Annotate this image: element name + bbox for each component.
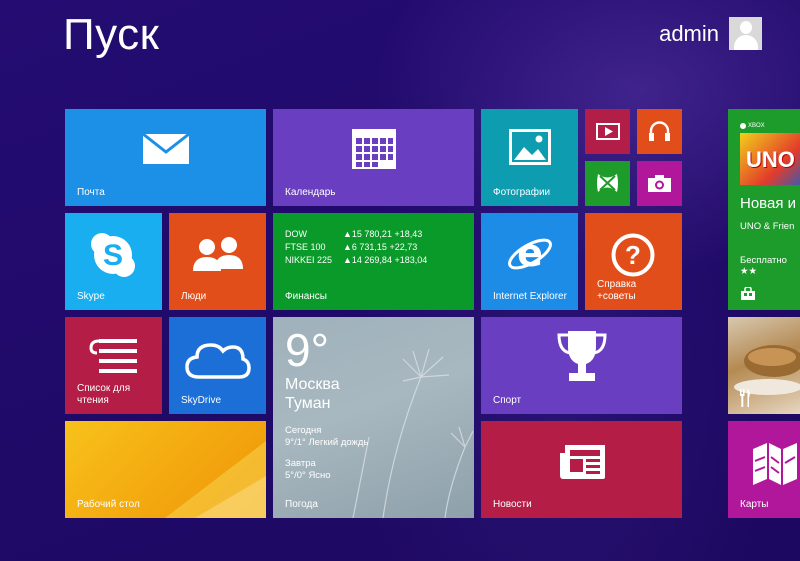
tile-skydrive[interactable]: SkyDrive: [169, 317, 266, 414]
tile-weather-label: Погода: [285, 499, 318, 510]
tile-internet-explorer[interactable]: e Internet Explorer: [481, 213, 578, 310]
tile-reading-list[interactable]: Список для чтения: [65, 317, 162, 414]
mail-icon: [142, 133, 190, 164]
photo-icon: [509, 129, 551, 165]
store-heading: Новая и: [740, 195, 796, 212]
tile-video[interactable]: [585, 109, 630, 154]
tile-news[interactable]: Новости: [481, 421, 682, 518]
tile-finance[interactable]: DOW ▲15 780,21 +18,43 FTSE 100 ▲6 731,15…: [273, 213, 474, 310]
tile-help[interactable]: ? Справка +советы: [585, 213, 682, 310]
calendar-icon: [352, 129, 396, 169]
tile-games[interactable]: [585, 161, 630, 206]
weather-tomorrow-label: Завтра: [285, 458, 316, 469]
xbox-badge: XBOX: [740, 123, 765, 129]
weather-city: Москва: [285, 376, 340, 393]
uno-game-image: UNO: [740, 133, 800, 185]
finance-row: NIKKEI 225 ▲14 269,84 +183,04: [285, 255, 428, 265]
tile-help-label: Справка +советы: [597, 279, 637, 302]
trophy-icon: [557, 331, 607, 381]
user-account[interactable]: admin: [659, 17, 762, 50]
tile-calendar[interactable]: Календарь: [273, 109, 474, 206]
tile-news-label: Новости: [493, 499, 532, 510]
tile-finance-label: Финансы: [285, 291, 327, 302]
tile-photos-label: Фотографии: [493, 187, 551, 198]
tile-sport[interactable]: Спорт: [481, 317, 682, 414]
store-app-name: UNO & Frien: [740, 221, 795, 232]
tile-ie-label: Internet Explorer: [493, 291, 567, 302]
reading-list-icon: [89, 339, 137, 373]
tile-music[interactable]: [637, 109, 682, 154]
tile-maps-label: Карты: [740, 499, 769, 510]
tile-desktop[interactable]: Рабочий стол: [65, 421, 266, 518]
camera-icon: [648, 175, 671, 192]
store-price: Бесплатно ★★: [740, 255, 787, 277]
headphones-icon: [649, 121, 670, 141]
svg-text:S: S: [103, 239, 123, 272]
weather-today-forecast: 9°/1° Легкий дождь: [285, 437, 369, 448]
fork-knife-icon: [740, 389, 750, 407]
tile-mail-label: Почта: [77, 187, 105, 198]
xbox-icon: [597, 174, 618, 192]
tile-sport-label: Спорт: [493, 395, 522, 406]
tile-mail[interactable]: Почта: [65, 109, 266, 206]
help-icon: ?: [611, 233, 655, 277]
store-icon: [741, 287, 755, 300]
tile-reading-list-label: Список для чтения: [77, 383, 131, 406]
tile-weather[interactable]: 9° Москва Туман Сегодня 9°/1° Легкий дож…: [273, 317, 474, 518]
tile-calendar-label: Календарь: [285, 187, 336, 198]
people-icon: [193, 237, 243, 271]
video-icon: [596, 123, 620, 140]
tile-skype[interactable]: S Skype: [65, 213, 162, 310]
avatar: [729, 17, 762, 50]
weather-today-label: Сегодня: [285, 425, 322, 436]
tile-people[interactable]: Люди: [169, 213, 266, 310]
tile-desktop-label: Рабочий стол: [77, 499, 140, 510]
weather-tomorrow-forecast: 5°/0° Ясно: [285, 470, 331, 481]
map-icon: [753, 443, 797, 485]
cloud-icon: [185, 343, 251, 379]
finance-row: DOW ▲15 780,21 +18,43: [285, 229, 423, 239]
tile-skydrive-label: SkyDrive: [181, 395, 222, 406]
skype-icon: S: [91, 233, 135, 277]
dandelion-image: [352, 348, 473, 518]
svg-text:e: e: [517, 231, 543, 275]
tile-camera[interactable]: [637, 161, 682, 206]
tile-people-label: Люди: [181, 291, 207, 302]
user-name: admin: [659, 20, 719, 46]
internet-explorer-icon: e: [508, 231, 552, 275]
news-icon: [560, 445, 605, 479]
tile-food[interactable]: [728, 317, 800, 414]
tile-maps[interactable]: Карты: [728, 421, 800, 518]
tile-skype-label: Skype: [77, 291, 105, 302]
weather-temperature: 9°: [285, 324, 329, 376]
tile-photos[interactable]: Фотографии: [481, 109, 578, 206]
tile-store[interactable]: XBOX UNO Новая и UNO & Frien Бесплатно ★…: [728, 109, 800, 310]
finance-row: FTSE 100 ▲6 731,15 +22,73: [285, 242, 418, 252]
svg-text:?: ?: [625, 240, 641, 270]
page-title: Пуск: [63, 10, 160, 59]
weather-condition: Туман: [285, 395, 331, 412]
